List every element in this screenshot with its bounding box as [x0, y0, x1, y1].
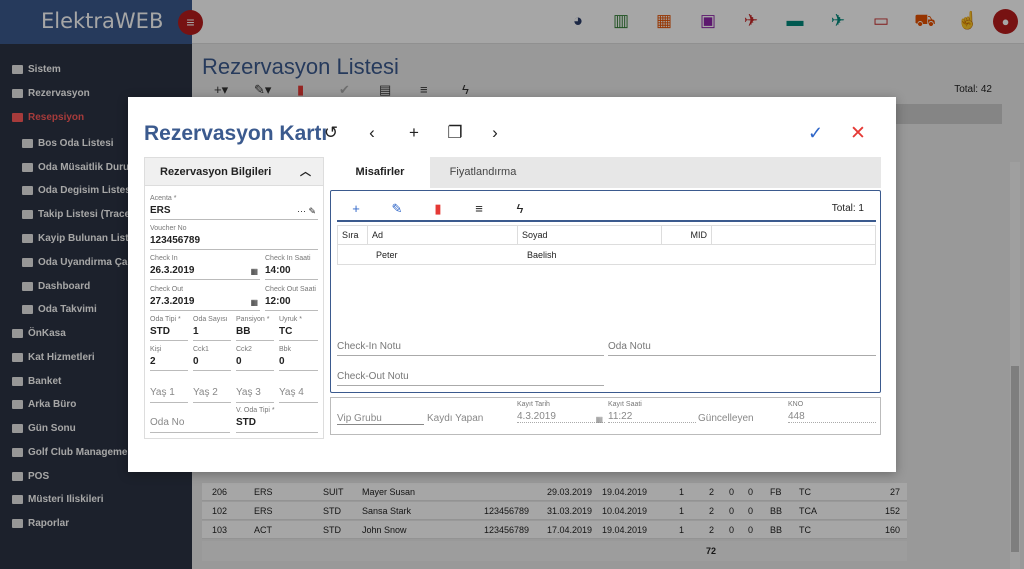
pansiyon-field[interactable]: Pansiyon * BB: [236, 316, 274, 341]
updated-by-field: Güncelleyen: [698, 413, 754, 424]
chevron-up-icon[interactable]: ︿: [300, 158, 311, 186]
created-by-field[interactable]: Kaydı Yapan: [427, 413, 515, 424]
kisi-field[interactable]: Kişi 2: [150, 346, 188, 371]
column-header[interactable]: Sıra: [338, 226, 368, 244]
yas1-field[interactable]: Yaş 1: [150, 387, 188, 403]
record-time-field: Kayıt Saati 11:22: [608, 401, 696, 423]
voucher-field[interactable]: Voucher No 123456789: [150, 225, 318, 250]
history-icon[interactable]: ↺: [321, 123, 341, 143]
ellipsis-edit-icon[interactable]: ··· ✎: [297, 206, 316, 217]
acenta-field[interactable]: Acenta * ERS ··· ✎: [150, 195, 318, 220]
room-note-field[interactable]: Oda Notu: [608, 341, 876, 356]
tab-fiyatlandirma[interactable]: Fiyatlandırma: [430, 157, 536, 188]
cck2-field[interactable]: Cck2 0: [236, 346, 274, 371]
bbk-field[interactable]: Bbk 0: [279, 346, 318, 371]
reservation-card-dialog: Rezervasyon Kartı ↺ ‹ + ❐ › ✓ ✕ Rezervas…: [128, 97, 896, 472]
v-oda-tipi-field[interactable]: V. Oda Tipi * STD: [236, 407, 318, 433]
guests-card: + ✎ ▮ ≡ ϟ Total: 1 Sıra Ad Soyad MID Pet…: [330, 190, 881, 393]
reservation-info-panel: Rezervasyon Bilgileri ︿ Acenta * ERS ··· …: [144, 157, 324, 439]
panel-header[interactable]: Rezervasyon Bilgileri ︿: [145, 158, 323, 186]
kno-field: KNO 448: [788, 401, 876, 423]
record-info-card: Vip Grubu Kaydı Yapan Kayıt Tarih 4.3.201…: [330, 397, 881, 435]
record-date-field: Kayıt Tarih 4.3.2019 ▦: [517, 401, 605, 424]
dialog-title: Rezervasyon Kartı: [144, 122, 328, 145]
column-header[interactable]: Ad: [368, 226, 518, 244]
guest-first-name[interactable]: Peter: [376, 246, 398, 264]
uyruk-field[interactable]: Uyruk * TC: [279, 316, 318, 341]
copy-icon[interactable]: ❐: [445, 123, 465, 143]
calendar-icon[interactable]: ▦: [250, 267, 258, 276]
add-icon[interactable]: +: [404, 123, 424, 143]
checkin-note-field[interactable]: Check-In Notu: [337, 341, 604, 356]
chevron-left-icon[interactable]: ‹: [362, 123, 382, 143]
yas2-field[interactable]: Yaş 2: [193, 387, 231, 403]
delete-icon[interactable]: ▮: [430, 201, 446, 217]
close-icon[interactable]: ✕: [850, 122, 866, 145]
divider: [337, 220, 876, 222]
checkout-date-field[interactable]: Check Out 27.3.2019 ▦: [150, 286, 260, 311]
calendar-icon[interactable]: ▦: [250, 298, 258, 307]
chevron-right-icon[interactable]: ›: [485, 123, 505, 143]
tab-misafirler[interactable]: Misafirler: [330, 157, 430, 188]
lightning-icon[interactable]: ϟ: [512, 201, 528, 216]
guest-total: Total: 1: [831, 203, 864, 214]
check-icon[interactable]: ✓: [808, 123, 823, 144]
add-icon[interactable]: +: [348, 201, 364, 216]
yas3-field[interactable]: Yaş 3: [236, 387, 274, 403]
guest-grid: Sıra Ad Soyad MID Peter Baelish: [337, 225, 876, 265]
cck1-field[interactable]: Cck1 0: [193, 346, 231, 371]
checkin-date-field[interactable]: Check In 26.3.2019 ▦: [150, 255, 260, 280]
oda-tipi-field[interactable]: Oda Tipi * STD: [150, 316, 188, 341]
oda-no-field[interactable]: Oda No: [150, 417, 230, 433]
column-header[interactable]: MID: [662, 226, 712, 244]
menu-lines-icon[interactable]: ≡: [471, 201, 487, 216]
tab-bar: Misafirler Fiyatlandırma: [330, 157, 881, 188]
oda-sayisi-field[interactable]: Oda Sayısı 1: [193, 316, 231, 341]
column-header[interactable]: Soyad: [518, 226, 662, 244]
guest-area: Misafirler Fiyatlandırma + ✎ ▮ ≡ ϟ Total…: [330, 157, 881, 451]
edit-icon[interactable]: ✎: [389, 201, 405, 217]
checkout-time-field[interactable]: Check Out Saati 12:00: [265, 286, 318, 311]
checkin-time-field[interactable]: Check In Saati 14:00: [265, 255, 318, 280]
vip-group-field[interactable]: Vip Grubu: [337, 413, 424, 425]
calendar-icon: ▦: [595, 415, 603, 424]
yas4-field[interactable]: Yaş 4: [279, 387, 318, 403]
checkout-note-field[interactable]: Check-Out Notu: [337, 371, 604, 386]
guest-last-name[interactable]: Baelish: [527, 246, 557, 264]
